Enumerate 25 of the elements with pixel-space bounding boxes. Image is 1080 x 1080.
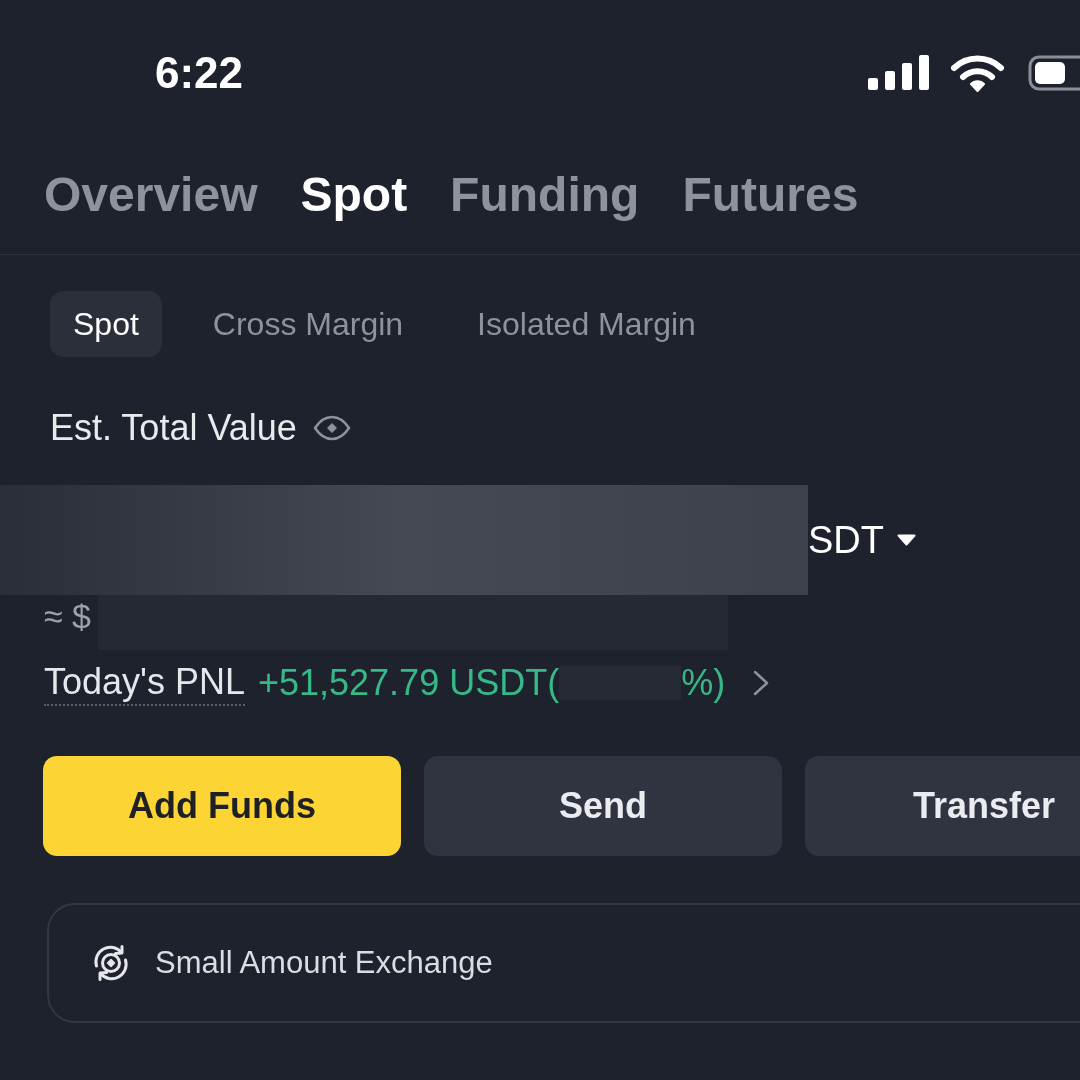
shortcut-card[interactable]: Small Amount Exchange bbox=[47, 903, 1080, 1023]
pnl-percent: %) bbox=[681, 665, 726, 701]
action-button[interactable]: Add Funds bbox=[43, 756, 401, 856]
account-tab[interactable]: Overview bbox=[44, 170, 258, 219]
signal-icon bbox=[868, 55, 930, 90]
wallet-tab[interactable]: Cross Margin bbox=[189, 291, 427, 357]
chevron-right-icon[interactable] bbox=[753, 670, 770, 696]
currency-dropdown[interactable]: SDT bbox=[808, 521, 916, 559]
exchange-icon bbox=[92, 944, 130, 982]
account-tab[interactable]: Spot bbox=[300, 170, 408, 219]
account-tab[interactable]: Funding bbox=[450, 170, 640, 219]
approx-value-label: ≈ $ bbox=[44, 598, 91, 637]
pnl-label[interactable]: Today's PNL bbox=[44, 660, 245, 706]
balance-label: Est. Total Value bbox=[50, 410, 297, 446]
caret-down-icon bbox=[897, 534, 916, 546]
action-button[interactable]: Transfer bbox=[805, 756, 1080, 856]
account-tab[interactable]: Futures bbox=[682, 170, 859, 219]
status-time: 6:22 bbox=[155, 50, 244, 95]
eye-icon[interactable] bbox=[312, 415, 351, 441]
wallet-tab[interactable]: Isolated Margin bbox=[454, 291, 719, 357]
battery-icon bbox=[1028, 54, 1080, 91]
wifi-icon bbox=[950, 53, 1005, 92]
wallet-tab[interactable]: Spot bbox=[50, 291, 162, 357]
pnl-amount: +51,527.79 USDT( bbox=[258, 665, 560, 701]
action-button[interactable]: Send bbox=[424, 756, 782, 856]
